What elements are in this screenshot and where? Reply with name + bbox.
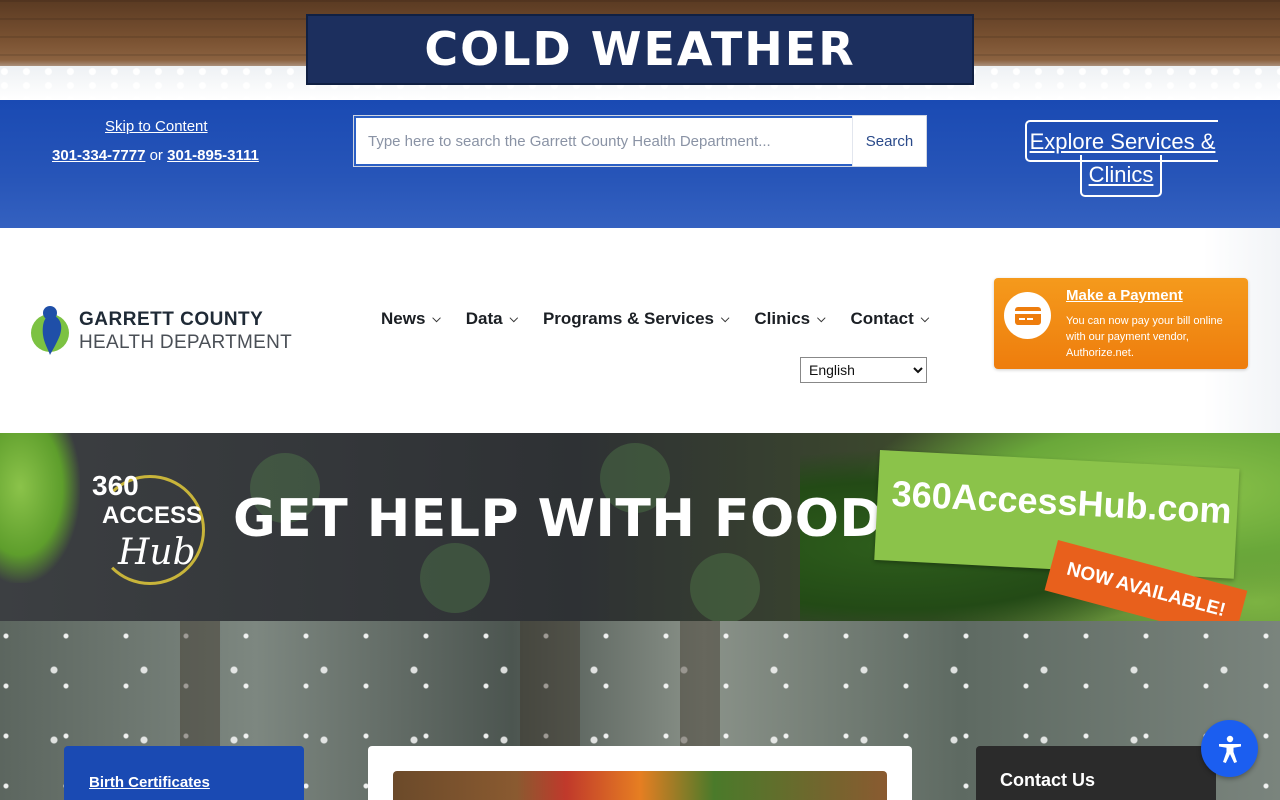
- chevron-down-icon: ⌵: [432, 312, 441, 325]
- hub-word: Hub: [118, 532, 196, 573]
- accessibility-button[interactable]: [1201, 720, 1258, 777]
- skip-to-content-link[interactable]: Skip to Content: [105, 118, 208, 135]
- main-nav: News ⌵ Data ⌵ Programs & Services ⌵ Clin…: [381, 309, 954, 329]
- accessibility-icon: [1218, 735, 1241, 763]
- phone-separator: or: [145, 147, 168, 164]
- feature-image[interactable]: [393, 771, 887, 800]
- hub-access: ACCESS: [102, 502, 203, 529]
- clover-decoration: [420, 543, 490, 613]
- nav-label: Programs & Services: [542, 309, 715, 328]
- nav-label: Clinics: [754, 309, 811, 328]
- nav-contact[interactable]: Contact ⌵: [850, 309, 929, 329]
- lettuce-image: [0, 433, 80, 583]
- explore-clinics-button[interactable]: Clinics: [1080, 155, 1162, 197]
- language-select[interactable]: English: [800, 357, 927, 383]
- nav-news[interactable]: News ⌵: [381, 309, 441, 329]
- phone-link-2[interactable]: 301-895-3111: [167, 147, 259, 164]
- search-input[interactable]: [354, 116, 852, 166]
- payment-description: You can now pay your bill online with ou…: [1066, 315, 1223, 359]
- chevron-down-icon: ⌵: [817, 312, 826, 325]
- cold-weather-title[interactable]: COLD WEATHER PREPAREDNESS: [306, 14, 974, 143]
- site-logo[interactable]: GARRETT COUNTY HEALTH DEPARTMENT: [30, 305, 292, 360]
- chevron-down-icon: ⌵: [509, 312, 518, 325]
- chevron-down-icon: ⌵: [721, 312, 730, 325]
- phone-numbers: 301-334-7777 or 301-895-3111: [52, 147, 259, 164]
- chevron-down-icon: ⌵: [920, 312, 930, 325]
- contact-us-title: Contact Us: [1000, 770, 1096, 790]
- search-button[interactable]: Search: [852, 116, 926, 166]
- food-headline: GET HELP WITH FOOD: [233, 489, 884, 549]
- clover-decoration: [690, 553, 760, 621]
- nav-label: Contact: [850, 309, 914, 328]
- access-hub-logo: 360 ACCESS Hub: [90, 470, 215, 585]
- quick-links-card: [64, 746, 304, 800]
- make-payment-link[interactable]: Make a Payment: [1066, 287, 1183, 304]
- nav-clinics[interactable]: Clinics ⌵: [754, 309, 825, 329]
- search-form: Search: [353, 115, 927, 167]
- logo-subtitle: HEALTH DEPARTMENT: [79, 332, 293, 353]
- nav-label: Data: [465, 309, 503, 328]
- nav-label: News: [381, 309, 426, 328]
- nav-programs-services[interactable]: Programs & Services ⌵: [543, 309, 729, 329]
- hub-site-text: 360AccessHub.com: [890, 472, 1233, 532]
- phone-link-1[interactable]: 301-334-7777: [52, 147, 145, 164]
- hub-360: 360: [92, 470, 139, 501]
- logo-mark-icon: [31, 306, 69, 355]
- make-payment-card[interactable]: Make a Payment You can now pay your bill…: [994, 278, 1248, 369]
- birth-certificates-link[interactable]: Birth Certificates: [89, 774, 210, 791]
- credit-card-icon: [1004, 292, 1051, 339]
- logo-title: GARRETT COUNTY: [79, 309, 264, 330]
- nav-data[interactable]: Data ⌵: [466, 309, 518, 329]
